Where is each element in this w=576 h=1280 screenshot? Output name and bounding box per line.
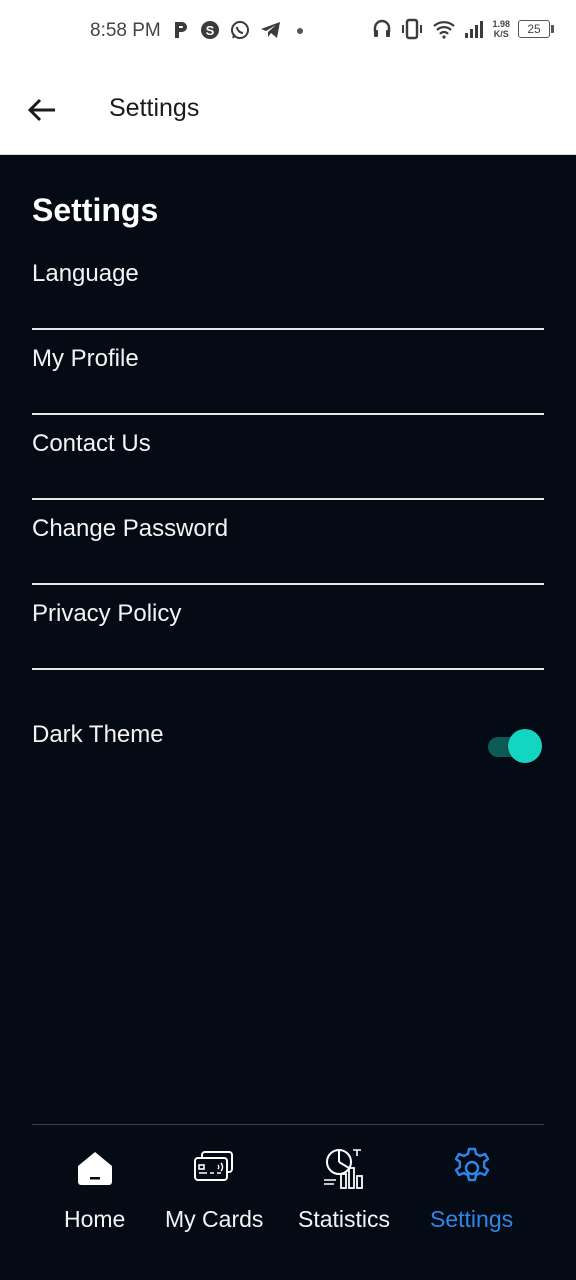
telegram-notification-icon xyxy=(261,22,280,38)
svg-text:S: S xyxy=(206,23,215,38)
nav-item-statistics[interactable]: Statistics xyxy=(298,1140,390,1233)
notification-icons: S xyxy=(172,20,308,40)
battery-indicator: 25 xyxy=(518,20,554,38)
nav-item-settings[interactable]: Settings xyxy=(430,1140,513,1233)
menu-item-label: Privacy Policy xyxy=(32,600,182,627)
settings-content: Settings Language My Profile Contact Us … xyxy=(32,154,544,791)
menu-item-label: Change Password xyxy=(32,515,229,542)
headset-icon xyxy=(374,19,391,37)
menu-item-label: My Profile xyxy=(32,345,139,372)
nav-label-settings: Settings xyxy=(430,1206,514,1232)
back-button[interactable] xyxy=(22,90,62,130)
statistics-icon xyxy=(322,1140,366,1196)
app-bar-title: Settings xyxy=(109,94,200,122)
app-bar: Settings xyxy=(0,64,576,155)
bottom-nav-divider xyxy=(32,1124,544,1125)
nav-label-home: Home xyxy=(64,1206,126,1232)
bottom-navigation: Home My Cards Statistics Settings xyxy=(32,1140,544,1260)
status-bar: 8:58 PM S 1.98 K/S 25 xyxy=(0,0,576,64)
menu-item-contact-us[interactable]: Contact Us xyxy=(32,416,544,500)
menu-item-change-password[interactable]: Change Password xyxy=(32,501,544,585)
network-speed-value: 1.98 xyxy=(492,19,510,29)
dark-theme-row: Dark Theme xyxy=(32,671,544,791)
nav-label-statistics: Statistics xyxy=(298,1206,391,1232)
toggle-thumb xyxy=(508,729,542,763)
wifi-icon xyxy=(433,21,456,39)
dark-theme-label: Dark Theme xyxy=(32,721,164,748)
menu-item-label: Contact Us xyxy=(32,430,151,457)
settings-screen: 8:58 PM S 1.98 K/S 25 Settings Settings … xyxy=(0,0,576,1280)
more-notifications-icon xyxy=(297,28,303,34)
system-icons: 1.98 K/S 25 xyxy=(372,18,554,40)
menu-item-label: Language xyxy=(32,260,139,287)
nav-label-my-cards: My Cards xyxy=(165,1206,264,1232)
menu-item-my-profile[interactable]: My Profile xyxy=(32,331,544,415)
gear-icon xyxy=(450,1140,494,1196)
nav-item-home[interactable]: Home xyxy=(64,1140,125,1233)
status-time: 8:58 PM xyxy=(90,20,161,41)
card-icon xyxy=(192,1140,236,1196)
network-speed-unit: K/S xyxy=(493,29,509,39)
whatsapp-notification-icon xyxy=(231,21,249,39)
skype-notification-icon: S xyxy=(201,21,219,39)
signal-icon xyxy=(465,21,484,38)
dark-theme-toggle[interactable] xyxy=(488,729,542,765)
paytm-notification-icon xyxy=(175,22,187,38)
nav-item-my-cards[interactable]: My Cards xyxy=(165,1140,263,1233)
settings-menu: Language My Profile Contact Us Change Pa… xyxy=(32,246,544,791)
home-icon xyxy=(75,1140,115,1196)
network-speed: 1.98 K/S xyxy=(492,19,510,39)
menu-item-language[interactable]: Language xyxy=(32,246,544,330)
section-title: Settings xyxy=(32,192,159,228)
arrow-back-icon xyxy=(27,98,55,122)
menu-item-privacy-policy[interactable]: Privacy Policy xyxy=(32,586,544,670)
vibrate-icon xyxy=(402,18,423,40)
